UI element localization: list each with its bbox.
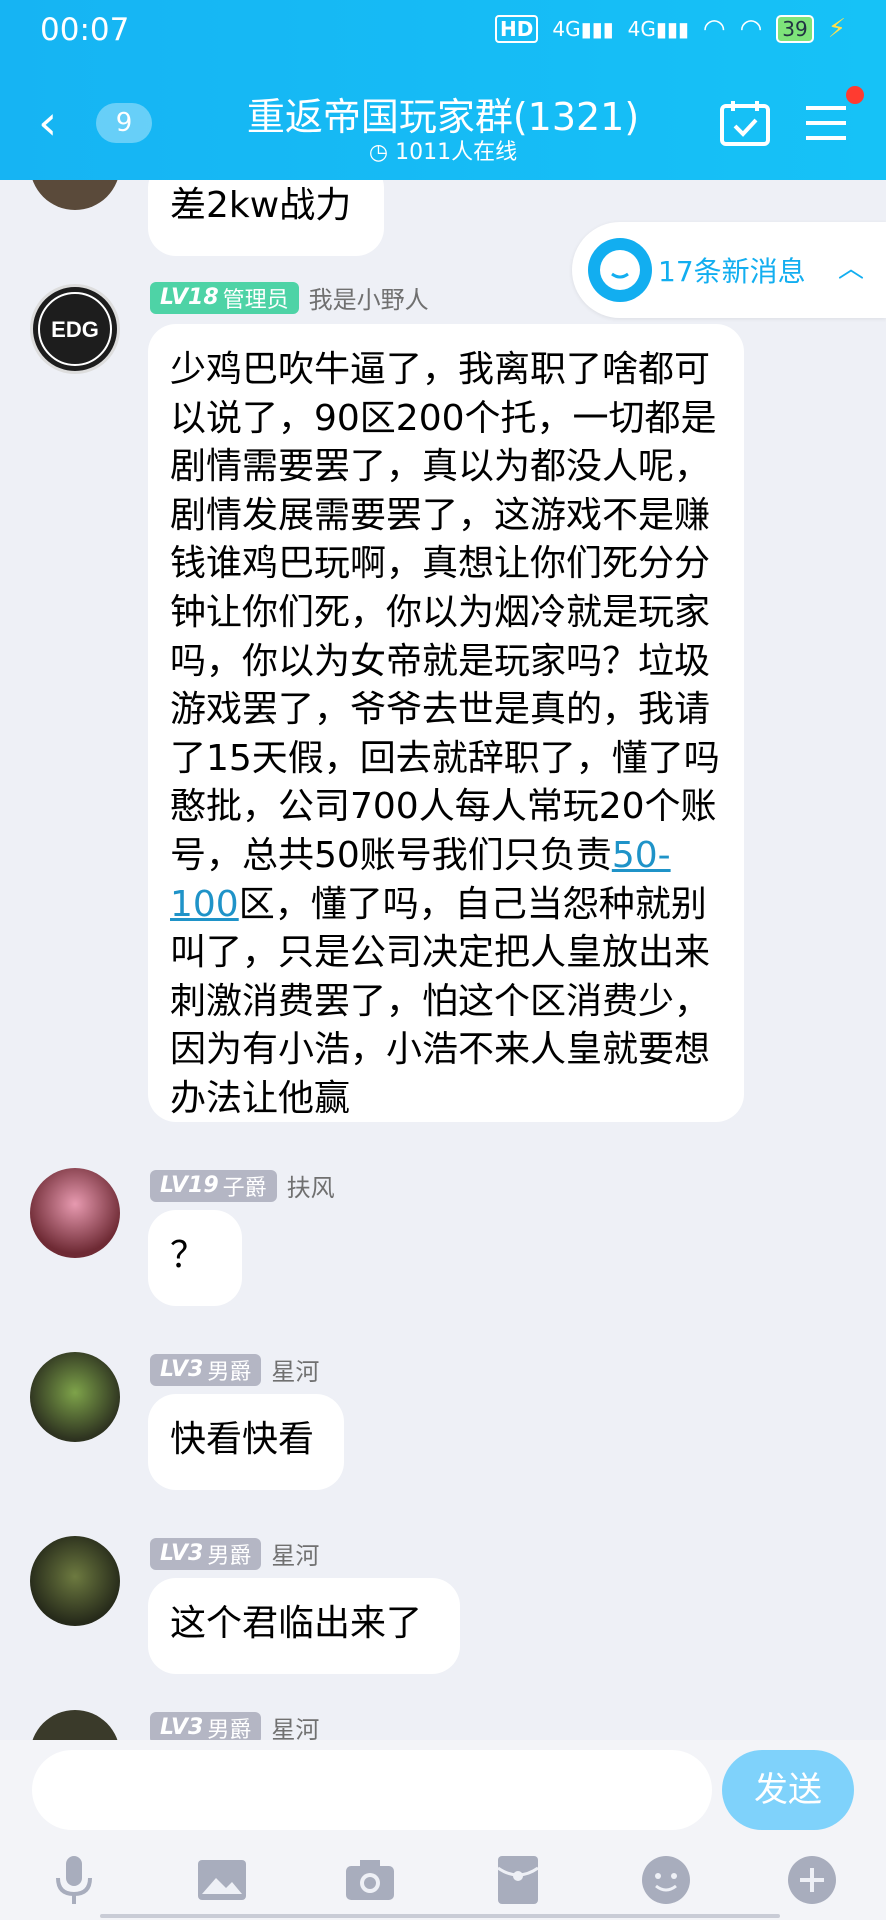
level-text: LV3 xyxy=(160,1357,204,1382)
message-text: 快看快看 xyxy=(170,1419,315,1460)
menu-icon[interactable] xyxy=(800,98,854,148)
microphone-icon[interactable] xyxy=(44,1850,104,1910)
status-time: 00:07 xyxy=(40,12,130,48)
level-text: LV18 xyxy=(160,285,219,310)
avatar[interactable] xyxy=(30,1352,120,1442)
calendar-check-icon[interactable] xyxy=(718,98,772,148)
rank-title: 管理员 xyxy=(222,287,289,313)
send-button[interactable]: 发送 xyxy=(722,1750,854,1830)
level-badge: LV3 男爵 xyxy=(150,1537,262,1570)
message-feed[interactable]: 差2kw战力 EDG LV18 管理员 我是小野人 少鸡巴吹牛逼了，我离职了啥都可… xyxy=(0,180,886,1750)
message-meta: LV3 男爵 星河 xyxy=(150,1352,319,1387)
red-packet-icon[interactable] xyxy=(488,1850,548,1910)
chat-header: 00:07 HD 4G▮▮▮ 4G▮▮▮ ◠ ◠ 39 ⚡ ‹ 9 重返帝国玩家… xyxy=(0,0,886,180)
message-bubble[interactable]: 少鸡巴吹牛逼了，我离职了啥都可以说了，90区200个托，一切都是剧情需要罢了，真… xyxy=(148,324,744,1122)
level-badge: LV3 男爵 xyxy=(150,1353,262,1386)
message-text: 少鸡巴吹牛逼了，我离职了啥都可以说了，90区200个托，一切都是剧情需要罢了，真… xyxy=(170,349,720,876)
message-input[interactable] xyxy=(32,1750,712,1830)
camera-icon[interactable] xyxy=(340,1850,400,1910)
charging-icon: ⚡ xyxy=(827,14,846,44)
avatar[interactable]: EDG xyxy=(30,284,120,374)
message-meta: LV3 男爵 星河 xyxy=(150,1536,319,1571)
level-badge: LV3 男爵 xyxy=(150,1711,262,1744)
avatar[interactable] xyxy=(30,1536,120,1626)
rank-title: 男爵 xyxy=(207,1543,252,1569)
chat-bubble-icon xyxy=(588,238,652,302)
message-meta: LV19 子爵 扶风 xyxy=(150,1168,335,1203)
level-text: LV19 xyxy=(160,1173,219,1198)
message-text: 差2kw战力 xyxy=(170,185,352,226)
message-bubble[interactable]: ？ xyxy=(148,1210,242,1306)
status-bar: 00:07 HD 4G▮▮▮ 4G▮▮▮ ◠ ◠ 39 ⚡ xyxy=(0,0,886,60)
new-messages-label: 17条新消息 xyxy=(658,255,806,288)
status-icons: HD 4G▮▮▮ 4G▮▮▮ ◠ ◠ 39 ⚡ xyxy=(495,14,846,44)
edg-logo-icon: EDG xyxy=(38,292,112,366)
home-indicator xyxy=(100,1914,780,1918)
signal-icon-2: 4G▮▮▮ xyxy=(627,17,689,41)
level-text: LV3 xyxy=(160,1541,204,1566)
message-text: ？ xyxy=(170,1235,207,1276)
chevron-up-icon: ︿ xyxy=(837,254,864,284)
notification-dot xyxy=(846,86,864,104)
new-messages-button[interactable]: 17条新消息 ︿ xyxy=(572,222,886,318)
image-icon[interactable] xyxy=(192,1850,252,1910)
plus-icon[interactable] xyxy=(782,1850,842,1910)
sender-name[interactable]: 扶风 xyxy=(287,1168,335,1203)
rank-title: 子爵 xyxy=(222,1175,267,1201)
rank-title: 男爵 xyxy=(207,1717,252,1743)
message-bubble[interactable]: 这个君临出来了 xyxy=(148,1578,460,1674)
sender-name[interactable]: 星河 xyxy=(271,1536,319,1571)
sender-name[interactable]: 星河 xyxy=(271,1352,319,1387)
battery-level: 39 xyxy=(782,17,808,41)
avatar[interactable] xyxy=(30,1168,120,1258)
message-bubble[interactable]: 差2kw战力 xyxy=(148,180,384,256)
battery-icon: 39 xyxy=(776,15,814,43)
network-label-2: 4G xyxy=(627,17,656,41)
message-bubble[interactable]: 快看快看 xyxy=(148,1394,344,1490)
toolbar xyxy=(0,1850,886,1910)
signal-icon-1: 4G▮▮▮ xyxy=(552,17,614,41)
svg-text:EDG: EDG xyxy=(51,317,99,342)
avatar[interactable] xyxy=(30,180,120,210)
online-count-text: 1011人在线 xyxy=(395,140,518,165)
message-text: 这个君临出来了 xyxy=(170,1603,423,1644)
network-label-1: 4G xyxy=(552,17,581,41)
emoji-icon[interactable] xyxy=(636,1850,696,1910)
hd-icon: HD xyxy=(495,15,539,43)
message-text-continued: 区，懂了吗，自己当怨种就别叫了，只是公司决定把人皇放出来刺激消费罢了，怕这个区消… xyxy=(170,883,711,1119)
online-icon: ◷ xyxy=(368,140,389,165)
rank-title: 男爵 xyxy=(207,1359,252,1385)
level-badge: LV18 管理员 xyxy=(150,281,299,314)
input-bar: 发送 xyxy=(0,1740,886,1920)
message-meta: LV18 管理员 我是小野人 xyxy=(150,280,429,315)
level-badge: LV19 子爵 xyxy=(150,1169,277,1202)
wifi-icon: ◠ xyxy=(702,14,726,44)
level-text: LV3 xyxy=(160,1715,204,1740)
wifi-icon-2: ◠ xyxy=(739,14,763,44)
sender-name[interactable]: 我是小野人 xyxy=(309,280,429,315)
